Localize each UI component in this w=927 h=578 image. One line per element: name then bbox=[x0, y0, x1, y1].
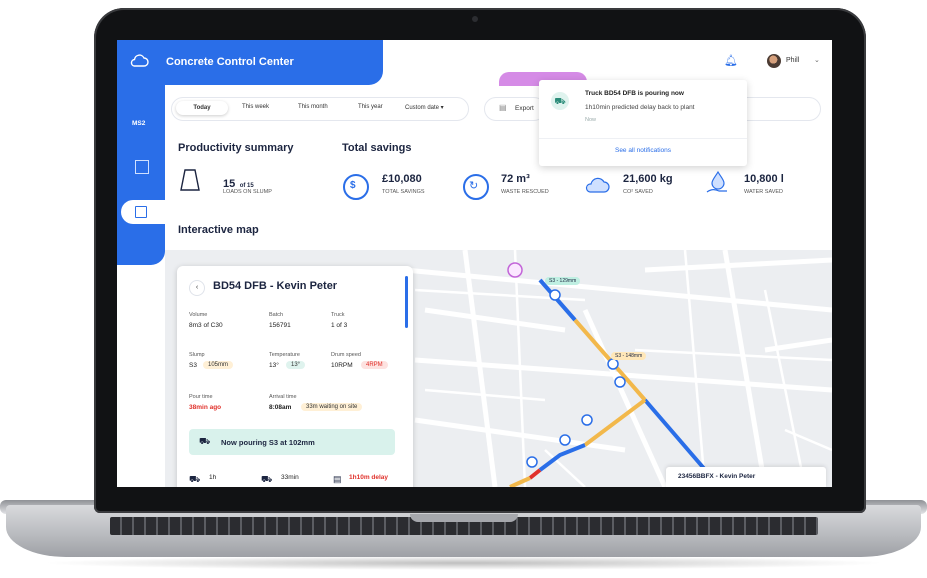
productivity-heading: Productivity summary bbox=[178, 142, 294, 154]
export-button[interactable]: ▤ Export bbox=[484, 97, 546, 121]
truck-map-tag-label: 23456BBFX - Kevin Peter bbox=[678, 473, 756, 480]
temperature-label: Temperature bbox=[269, 352, 300, 358]
map-heading: Interactive map bbox=[178, 224, 259, 236]
waste-sub: WASTE RESCUED bbox=[501, 189, 549, 195]
user-name[interactable]: Phill bbox=[786, 57, 799, 64]
map-bubble-2[interactable]: S3 - 148mm bbox=[611, 352, 647, 360]
water-sub: WATER SAVED bbox=[744, 189, 784, 195]
co2-value: 21,600 kg bbox=[623, 173, 673, 185]
slump-label: Slump bbox=[189, 352, 205, 358]
document-icon: ▤ bbox=[499, 103, 507, 112]
water-value: 10,800 l bbox=[744, 173, 784, 185]
truck-nav-icon[interactable] bbox=[135, 160, 149, 174]
arrival-time-label: Arrival time bbox=[269, 394, 297, 400]
notification-panel: ⛟ Truck BD54 DFB is pouring now 1h10min … bbox=[539, 80, 747, 166]
arrival-time-value: 8:08am bbox=[269, 404, 292, 411]
plant-icon: ⛟ bbox=[189, 474, 201, 484]
truck-small-icon: ⛟ bbox=[261, 474, 273, 484]
temperature-pill: 13° bbox=[286, 361, 306, 369]
document-nav-icon[interactable] bbox=[135, 206, 147, 218]
app-screen: Concrete Control Center MS2 🔔︎ Phill ⌄ T… bbox=[117, 40, 832, 487]
truck-icon: ⛟ bbox=[199, 436, 211, 446]
savings-total-value: £10,080 bbox=[382, 173, 422, 185]
back-button[interactable]: ‹ bbox=[189, 280, 205, 296]
truck-value: 1 of 3 bbox=[331, 322, 348, 329]
bell-icon[interactable]: 🔔︎ bbox=[724, 54, 738, 67]
pouring-text: Now pouring S3 at 102mm bbox=[221, 438, 315, 447]
waste-value: 72 m³ bbox=[501, 173, 530, 185]
savings-heading: Total savings bbox=[342, 142, 412, 154]
bottom-value-2: 33min bbox=[281, 474, 299, 481]
truck-icon: ⛟ bbox=[551, 92, 569, 110]
laptop-shadow bbox=[40, 556, 887, 570]
temperature-value: 13° bbox=[269, 362, 279, 369]
waiting-pill: 33m waiting on site bbox=[301, 403, 363, 411]
card-scrollbar[interactable] bbox=[405, 276, 408, 328]
batch-value: 156791 bbox=[269, 322, 291, 329]
pour-time-label: Pour time bbox=[189, 394, 213, 400]
see-all-notifications-link[interactable]: See all notifications bbox=[539, 147, 747, 154]
export-label: Export bbox=[515, 105, 534, 112]
notification-time: Now bbox=[585, 117, 597, 123]
filter-this-month[interactable]: This month bbox=[298, 104, 328, 110]
drum-speed-pill: 4RPM bbox=[361, 361, 388, 369]
truck-title: BD54 DFB - Kevin Peter bbox=[213, 280, 338, 292]
batch-label: Batch bbox=[269, 312, 284, 318]
filter-this-year[interactable]: This year bbox=[358, 104, 383, 110]
coin-icon: $ bbox=[343, 174, 369, 200]
drum-speed-value: 10RPM bbox=[331, 362, 353, 369]
volume-label: Volume bbox=[189, 312, 208, 318]
productivity-sub: LOADS ON SLUMP bbox=[223, 189, 272, 195]
filter-today[interactable]: Today bbox=[176, 101, 228, 115]
notification-title[interactable]: Truck BD54 DFB is pouring now bbox=[585, 90, 684, 97]
cloud-icon bbox=[584, 176, 610, 199]
volume-value: 8m3 of C30 bbox=[189, 322, 223, 329]
slump-pill: 105mm bbox=[203, 361, 234, 369]
cloud-logo-icon bbox=[129, 54, 149, 68]
truck-map-tag[interactable]: 23456BBFX - Kevin Peter bbox=[666, 467, 826, 487]
divider bbox=[539, 138, 747, 139]
avatar[interactable] bbox=[767, 54, 781, 68]
document-icon: ▤ bbox=[333, 474, 342, 484]
slump-value: S3 bbox=[189, 362, 197, 369]
slump-cone-icon bbox=[178, 167, 202, 198]
water-hand-icon bbox=[705, 170, 731, 201]
drum-speed-label: Drum speed bbox=[331, 352, 361, 358]
truck-label: Truck bbox=[331, 312, 345, 318]
app-title: Concrete Control Center bbox=[166, 56, 294, 68]
laptop-hinge-notch bbox=[410, 514, 518, 522]
notification-body: 1h10min predicted delay back to plant bbox=[585, 104, 695, 111]
camera-icon bbox=[472, 16, 478, 22]
bottom-value-3: 1h10m delay bbox=[349, 474, 389, 481]
map-bubble-1[interactable]: S3 - 129mm bbox=[545, 277, 581, 285]
chevron-down-icon[interactable]: ⌄ bbox=[814, 56, 820, 64]
date-filter-bar: Today This week This month This year Cus… bbox=[171, 97, 469, 121]
savings-total-sub: TOTAL SAVINGS bbox=[382, 189, 425, 195]
co2-sub: CO² SAVED bbox=[623, 189, 653, 195]
sidebar-item-label[interactable]: MS2 bbox=[132, 120, 145, 127]
pour-time-value: 38min ago bbox=[189, 404, 222, 411]
filter-custom-date[interactable]: Custom date ▾ bbox=[405, 104, 444, 111]
filter-this-week[interactable]: This week bbox=[242, 104, 269, 110]
truck-detail-card: ‹ BD54 DFB - Kevin Peter Volume 8m3 of C… bbox=[177, 266, 413, 487]
recycle-icon: ↻ bbox=[463, 174, 489, 200]
pouring-banner: ⛟ Now pouring S3 at 102mm bbox=[189, 429, 395, 455]
bottom-value-1: 1h bbox=[209, 474, 217, 481]
